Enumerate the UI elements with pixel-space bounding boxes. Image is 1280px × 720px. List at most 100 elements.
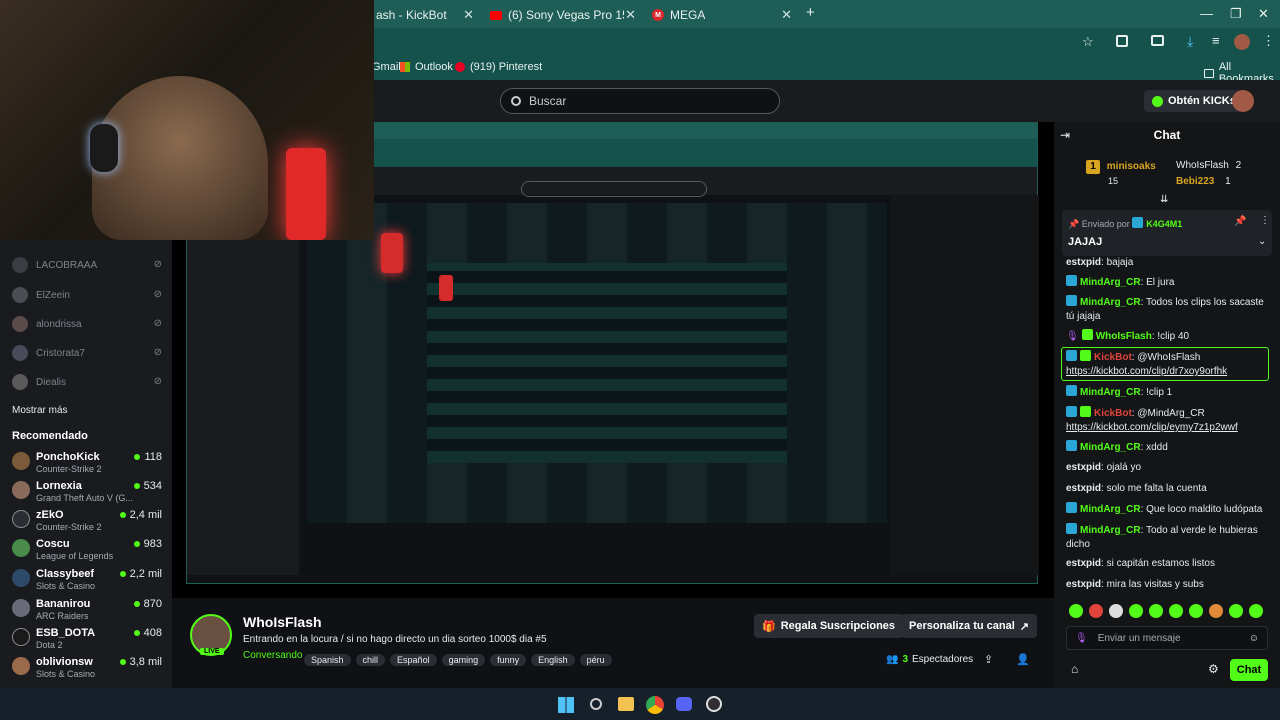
file-explorer-icon[interactable]: [618, 697, 634, 711]
sidebar-item-alondrissa[interactable]: alondrissa ⊘: [12, 316, 162, 336]
chat-text: El jura: [1146, 277, 1175, 288]
emote-icon[interactable]: [1169, 604, 1183, 618]
chat-username[interactable]: MindArg_CR: [1080, 277, 1141, 288]
tag[interactable]: funny: [490, 654, 527, 666]
cast-icon[interactable]: [1151, 35, 1164, 46]
tag[interactable]: English: [531, 654, 575, 666]
emote-icon[interactable]: [1209, 604, 1223, 618]
sidebar-item-ponchokick[interactable]: PonchoKick Counter-Strike 2 118: [12, 449, 162, 475]
emote-icon[interactable]: [1069, 604, 1083, 618]
emote-icon[interactable]: [1089, 604, 1103, 618]
sidebar-item-diealis[interactable]: Diealis ⊘: [12, 374, 162, 394]
gift-icon: 🎁: [762, 620, 776, 633]
menu-icon[interactable]: ⋮: [1262, 33, 1275, 49]
chat-username[interactable]: MindArg_CR: [1080, 525, 1141, 536]
get-kicks-button[interactable]: Obtén KICKs: [1144, 90, 1244, 112]
close-icon[interactable]: ✕: [781, 7, 792, 23]
sidebar-item-elzeein[interactable]: ElZeein ⊘: [12, 287, 162, 307]
user-avatar[interactable]: [1232, 90, 1254, 112]
streamer-name[interactable]: WhoIsFlash: [243, 614, 322, 630]
chrome-icon[interactable]: [646, 696, 664, 714]
sidebar-item-cristorata7[interactable]: Cristorata7 ⊘: [12, 345, 162, 365]
sidebar-item-oblivionsw[interactable]: oblivionsw Slots & Casino 3,8 mil: [12, 654, 162, 680]
chat-link[interactable]: https://kickbot.com/clip/eymy7z1p2wwf: [1066, 422, 1238, 433]
emote-icon[interactable]: [1149, 604, 1163, 618]
restore-icon[interactable]: ❐: [1230, 6, 1242, 22]
chat-link[interactable]: https://kickbot.com/clip/dr7xoy9orfhk: [1066, 366, 1227, 377]
sidebar-item-esb-dota[interactable]: ESB_DOTA Dota 2 408: [12, 625, 162, 651]
media-icon[interactable]: ≡: [1212, 33, 1220, 48]
channel-name: Lornexia: [36, 480, 82, 492]
stream-category[interactable]: Conversando: [243, 650, 302, 661]
gift-subs-button[interactable]: 🎁 Regala Suscripciones: [754, 614, 904, 638]
minimize-icon[interactable]: —: [1200, 6, 1213, 21]
settings-icon[interactable]: ⚙: [1208, 662, 1219, 676]
more-icon[interactable]: ⋮: [1260, 215, 1270, 226]
new-tab-icon[interactable]: +: [806, 4, 815, 21]
channel-category: Slots & Casino: [36, 669, 96, 679]
chevron-down-icon[interactable]: ⇊: [1160, 194, 1168, 205]
star-icon[interactable]: ☆: [1082, 34, 1094, 50]
windows-start-icon[interactable]: [558, 697, 574, 713]
unpin-icon[interactable]: 📌: [1234, 216, 1246, 227]
discord-icon[interactable]: [676, 697, 692, 711]
chat-username[interactable]: estxpid: [1066, 483, 1101, 494]
badge-icon: [1066, 440, 1077, 451]
close-icon[interactable]: ✕: [625, 7, 636, 23]
close-icon[interactable]: ✕: [463, 7, 474, 23]
bookmark-gmail[interactable]: Gmail: [372, 61, 401, 73]
profile-avatar[interactable]: [1234, 34, 1250, 50]
send-chat-button[interactable]: Chat: [1230, 659, 1268, 681]
chat-username[interactable]: MindArg_CR: [1080, 504, 1141, 515]
emote-icon[interactable]: [1189, 604, 1203, 618]
sidebar-item-lacobraaa[interactable]: LACOBRAAA ⊘: [12, 257, 162, 277]
emote-icon[interactable]: [1129, 604, 1143, 618]
sidebar-item-classybeef[interactable]: Classybeef Slots & Casino 2,2 mil: [12, 566, 162, 592]
sidebar-item-zeko[interactable]: zEkO Counter-Strike 2 2,4 mil: [12, 507, 162, 533]
chat-username[interactable]: estxpid: [1066, 579, 1101, 590]
chat-username[interactable]: estxpid: [1066, 462, 1101, 473]
tag[interactable]: Español: [390, 654, 437, 666]
emoji-icon[interactable]: ☺: [1249, 633, 1259, 644]
follow-icon[interactable]: 👤: [1016, 653, 1030, 666]
chat-username[interactable]: MindArg_CR: [1080, 442, 1141, 453]
chevron-down-icon[interactable]: ⌄: [1258, 236, 1266, 247]
chat-input[interactable]: 🎙 Enviar un mensaje ☺: [1066, 626, 1268, 650]
show-more-link[interactable]: Mostrar más: [12, 405, 68, 416]
chat-username[interactable]: MindArg_CR: [1080, 387, 1141, 398]
chat-username[interactable]: KickBot: [1094, 408, 1132, 419]
tag[interactable]: péru: [579, 654, 612, 666]
sidebar-item-coscu[interactable]: Coscu League of Legends 983: [12, 536, 162, 562]
share-icon[interactable]: ⇪: [984, 653, 993, 666]
channel-category: League of Legends: [36, 551, 114, 561]
emote-icon[interactable]: [1109, 604, 1123, 618]
chat-username[interactable]: MindArg_CR: [1080, 297, 1141, 308]
search-icon[interactable]: [590, 698, 602, 710]
obs-icon[interactable]: [706, 696, 722, 712]
search-input[interactable]: Buscar: [500, 88, 780, 114]
sidebar-item-lornexia[interactable]: Lornexia Grand Theft Auto V (G... 534: [12, 478, 162, 504]
chat-username[interactable]: estxpid: [1066, 257, 1101, 268]
tag[interactable]: chill: [355, 654, 386, 666]
store-icon[interactable]: ⌂: [1071, 662, 1078, 676]
leaderboard-name: minisoaks: [1106, 161, 1156, 172]
tab-kickbot[interactable]: ash - KickBot ✕: [368, 4, 480, 26]
tab-sony-vegas[interactable]: (6) Sony Vegas Pro 15 - Descarg ✕: [482, 4, 642, 26]
chat-username[interactable]: WhoIsFlash: [1096, 331, 1152, 342]
chat-username[interactable]: KickBot: [1094, 352, 1132, 363]
bookmark-pinterest[interactable]: (919) Pinterest: [455, 61, 542, 73]
extensions-icon[interactable]: [1116, 35, 1128, 47]
mic-icon[interactable]: 🎙: [1075, 633, 1088, 644]
bookmark-outlook[interactable]: Outlook: [400, 61, 453, 73]
tag[interactable]: Spanish: [304, 654, 351, 666]
close-window-icon[interactable]: ✕: [1258, 6, 1269, 22]
tag[interactable]: gaming: [441, 654, 486, 666]
download-icon[interactable]: ⤓: [1187, 33, 1193, 50]
customize-channel-button[interactable]: Personaliza tu canal ↗: [901, 614, 1037, 638]
badge-icon: [1081, 329, 1093, 340]
emote-icon[interactable]: [1229, 604, 1243, 618]
tab-mega[interactable]: M MEGA ✕: [644, 4, 798, 26]
chat-username[interactable]: estxpid: [1066, 558, 1101, 569]
emote-icon[interactable]: [1249, 604, 1263, 618]
sidebar-item-bananirou[interactable]: Bananirou ARC Raiders 870: [12, 596, 162, 622]
